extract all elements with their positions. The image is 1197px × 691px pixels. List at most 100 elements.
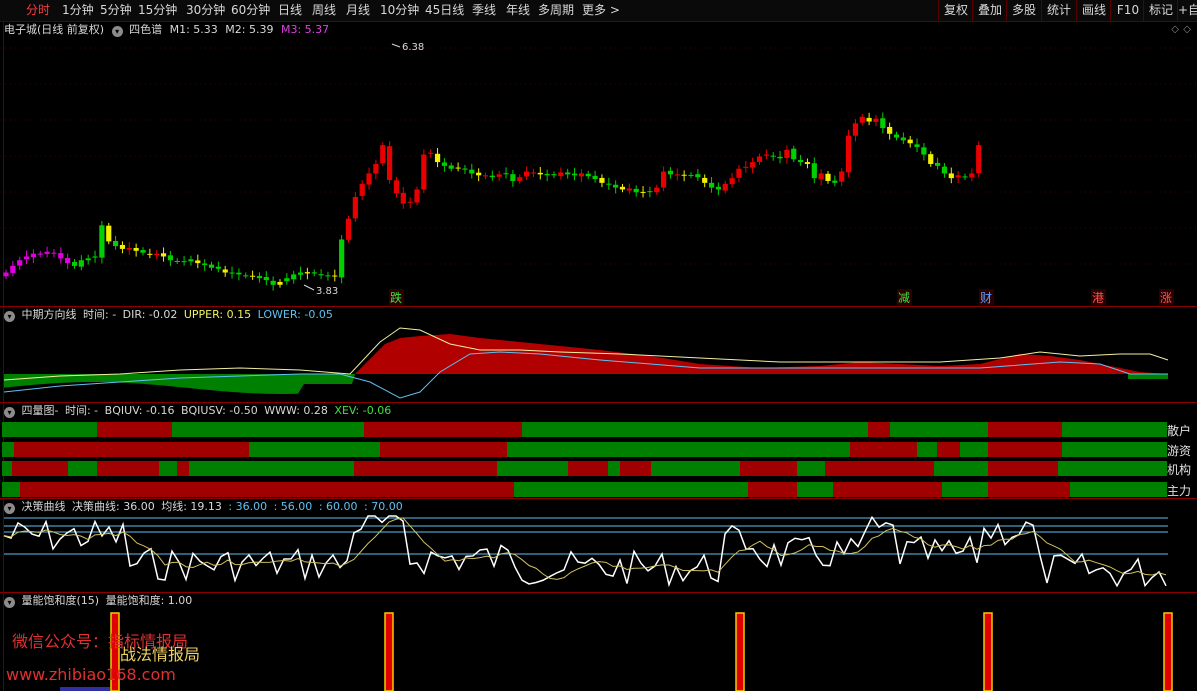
candle [688, 172, 694, 179]
candle [215, 261, 221, 273]
volume-segment [12, 461, 68, 476]
candle [428, 149, 434, 159]
candle [78, 255, 84, 271]
event-marker-4[interactable]: 涨 [1160, 290, 1172, 305]
candle [900, 132, 906, 144]
panel4-menu-icon[interactable]: ▾ [4, 503, 15, 514]
panel3-time: 时间: - [64, 404, 99, 417]
candle [65, 253, 71, 269]
candle [565, 168, 571, 179]
toolbar-button-0[interactable]: 复权 [938, 0, 973, 21]
event-marker-1[interactable]: 减 [898, 291, 910, 305]
candle [777, 150, 783, 164]
period-tab-12[interactable]: 年线 [506, 0, 530, 21]
candle [140, 247, 146, 256]
candle [791, 145, 797, 163]
period-tab-14[interactable]: 更多 > [582, 0, 620, 21]
toolbar-button-3[interactable]: 统计 [1041, 0, 1076, 21]
event-marker-0[interactable]: 跌 [390, 290, 402, 305]
candle [85, 254, 91, 265]
panel3-menu-icon[interactable]: ▾ [4, 407, 15, 418]
panel3-title[interactable]: 四量图- [22, 404, 59, 417]
period-tab-4[interactable]: 30分钟 [186, 0, 225, 21]
direction-negative-tail [1128, 374, 1168, 379]
indicator-menu-icon[interactable]: ▾ [111, 26, 123, 37]
volume-segment [97, 461, 159, 476]
panel5-menu-icon[interactable]: ▾ [4, 597, 15, 608]
period-tab-5[interactable]: 60分钟 [231, 0, 270, 21]
panel2-menu-icon[interactable]: ▾ [4, 311, 15, 322]
period-tab-2[interactable]: 5分钟 [100, 0, 132, 21]
period-tab-6[interactable]: 日线 [278, 0, 302, 21]
candle [387, 141, 393, 184]
panel2-dir: DIR: -0.02 [122, 308, 178, 321]
volume-segment [62, 422, 97, 437]
diamond-icon[interactable]: ◇ [1183, 24, 1191, 35]
candle [599, 174, 605, 188]
candle [441, 158, 447, 172]
toolbar-button-7[interactable]: +自 [1177, 0, 1197, 21]
toolbar-button-1[interactable]: 叠加 [972, 0, 1007, 21]
stock-title[interactable]: 电子城(日线 前复权) [4, 23, 104, 36]
candle [811, 157, 817, 184]
candle [592, 170, 598, 183]
volume-segment [960, 442, 988, 457]
volume-segment [14, 442, 249, 457]
direction-line-chart[interactable] [0, 322, 1197, 402]
period-tab-3[interactable]: 15分钟 [138, 0, 177, 21]
period-tab-11[interactable]: 季线 [472, 0, 496, 21]
volume-segment [917, 442, 937, 457]
volume-segment [97, 422, 172, 437]
period-tab-10[interactable]: 45日线 [425, 0, 464, 21]
scroll-indicator[interactable] [60, 687, 110, 691]
collapse-icon[interactable]: ◇ [1171, 24, 1179, 35]
candle [804, 158, 811, 169]
period-tab-1[interactable]: 1分钟 [62, 0, 94, 21]
indicator-name[interactable]: 四色谱 [129, 23, 162, 36]
event-marker-3[interactable]: 港 [1092, 291, 1104, 305]
candle [3, 269, 9, 280]
candle [208, 261, 215, 271]
toolbar-button-5[interactable]: F10 [1110, 0, 1145, 21]
candle [551, 171, 557, 179]
candle [270, 276, 276, 291]
period-tab-8[interactable]: 月线 [346, 0, 370, 21]
volume-segment [380, 442, 507, 457]
toolbar-button-4[interactable]: 画线 [1076, 0, 1111, 21]
candle [537, 166, 543, 180]
candle [243, 272, 249, 279]
panel4-ma: 均线: 19.13 [161, 500, 222, 513]
candlestick-chart[interactable]: 6.38 3.83 跌 减 财 港 涨 [0, 38, 1197, 306]
volume-segment [2, 461, 12, 476]
period-tab-7[interactable]: 周线 [312, 0, 336, 21]
four-volume-chart[interactable] [0, 419, 1197, 498]
volume-segment [1070, 482, 1167, 497]
volume-segment [988, 461, 1058, 476]
candle [373, 159, 379, 180]
candle [482, 172, 489, 180]
candle [23, 250, 30, 265]
high-price-label: 6.38 [402, 42, 424, 53]
candle [277, 279, 283, 288]
toolbar-button-6[interactable]: 标记 [1143, 0, 1178, 21]
panel5-title[interactable]: 量能饱和度(15) [22, 594, 100, 607]
event-marker-2[interactable]: 财 [980, 291, 992, 305]
panel4-title[interactable]: 决策曲线 [22, 500, 66, 513]
candle [750, 157, 756, 174]
period-tab-9[interactable]: 10分钟 [380, 0, 419, 21]
panel3-header: ▾ 四量图- 时间: - BQIUV: -0.16 BQIUSV: -0.50 … [4, 403, 391, 419]
candle [784, 145, 790, 164]
toolbar-button-2[interactable]: 多股 [1006, 0, 1041, 21]
candle [160, 247, 167, 262]
volume-segment [2, 482, 20, 497]
decision-curve-chart[interactable] [0, 514, 1197, 592]
period-tab-13[interactable]: 多周期 [538, 0, 574, 21]
panel2-title[interactable]: 中期方向线 [22, 308, 77, 321]
candle [421, 149, 427, 194]
candle [256, 272, 263, 283]
candle [695, 169, 701, 181]
volume-segment [364, 422, 522, 437]
candle [941, 163, 948, 178]
period-tab-0[interactable]: 分时 [26, 0, 50, 21]
candle [332, 269, 338, 282]
